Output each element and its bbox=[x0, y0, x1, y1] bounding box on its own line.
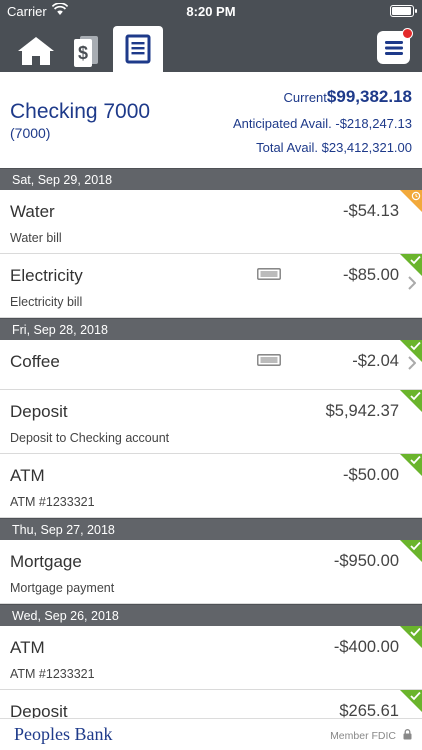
transaction-name: Coffee bbox=[10, 352, 60, 371]
transaction-amount: $265.61 bbox=[339, 702, 399, 718]
account-name: Checking 7000 bbox=[10, 100, 151, 123]
date-header: Fri, Sep 28, 2018 bbox=[0, 318, 422, 340]
money-icon: $ bbox=[74, 36, 98, 67]
navigation-bar: $ bbox=[0, 22, 422, 72]
transaction-amount: -$85.00 bbox=[343, 266, 399, 284]
transaction-name: Deposit bbox=[10, 702, 68, 718]
hamburger-icon bbox=[384, 40, 403, 55]
transaction-row[interactable]: ATM ATM #1233321 -$50.00 bbox=[0, 454, 422, 518]
tab-home[interactable] bbox=[14, 30, 58, 72]
transaction-row[interactable]: Deposit Deposit to Checking account $5,9… bbox=[0, 390, 422, 454]
tab-accounts[interactable]: $ bbox=[66, 30, 106, 72]
anticipated-balance: Anticipated Avail. -$218,247.13 bbox=[232, 116, 412, 131]
menu-button[interactable] bbox=[377, 28, 413, 64]
current-balance-label: Current bbox=[283, 90, 327, 105]
transaction-description: Water bill bbox=[10, 231, 62, 245]
memo-icon bbox=[257, 354, 281, 366]
transaction-amount: -$950.00 bbox=[333, 552, 399, 570]
transaction-row[interactable]: Mortgage Mortgage payment -$950.00 bbox=[0, 540, 422, 604]
transaction-amount: -$400.00 bbox=[333, 638, 399, 656]
home-icon bbox=[18, 37, 54, 65]
battery-icon bbox=[390, 5, 417, 17]
check-icon bbox=[410, 341, 421, 351]
transaction-name: Mortgage bbox=[10, 552, 82, 571]
memo-icon bbox=[257, 268, 281, 280]
transaction-list[interactable]: Sat, Sep 29, 2018 Water Water bill -$54.… bbox=[0, 168, 422, 718]
svg-text:$: $ bbox=[78, 43, 88, 63]
chevron-right-icon bbox=[408, 276, 416, 290]
notification-badge bbox=[402, 28, 413, 39]
tab-transactions[interactable] bbox=[113, 26, 163, 72]
check-icon bbox=[410, 255, 421, 265]
bank-logo: Peoples Bank bbox=[14, 724, 113, 744]
transaction-name: ATM bbox=[10, 638, 45, 657]
clock: 8:20 PM bbox=[186, 4, 236, 19]
transaction-amount: $5,942.37 bbox=[325, 402, 399, 420]
pending-icon bbox=[411, 191, 421, 201]
check-icon bbox=[410, 541, 421, 551]
transaction-row[interactable]: Deposit $265.61 bbox=[0, 690, 422, 718]
transaction-description: Mortgage payment bbox=[10, 581, 115, 595]
account-header: Checking 7000 (7000) Current$99,382.18 A… bbox=[0, 72, 422, 168]
check-icon bbox=[410, 391, 421, 401]
current-balance-value: $99,382.18 bbox=[326, 87, 412, 106]
lock-icon bbox=[403, 729, 412, 740]
transaction-amount: -$2.04 bbox=[352, 352, 399, 370]
check-icon bbox=[410, 455, 421, 465]
date-header: Wed, Sep 26, 2018 bbox=[0, 604, 422, 626]
total-balance: Total Avail. $23,412,321.00 bbox=[256, 140, 412, 155]
transaction-row[interactable]: Coffee -$2.04 bbox=[0, 340, 422, 390]
current-balance: Current$99,382.18 bbox=[284, 87, 412, 107]
status-bar: Carrier 8:20 PM bbox=[0, 0, 422, 22]
transaction-name: Electricity bbox=[10, 266, 83, 285]
transaction-description: ATM #1233321 bbox=[10, 667, 95, 681]
date-header: Sat, Sep 29, 2018 bbox=[0, 168, 422, 190]
account-number: (7000) bbox=[10, 125, 51, 141]
transaction-amount: -$50.00 bbox=[343, 466, 399, 484]
transaction-description: Deposit to Checking account bbox=[10, 431, 170, 445]
transaction-row[interactable]: Electricity Electricity bill -$85.00 bbox=[0, 254, 422, 318]
check-icon bbox=[410, 627, 421, 637]
transaction-amount: -$54.13 bbox=[343, 202, 399, 220]
transaction-name: Water bbox=[10, 202, 55, 221]
transaction-description: ATM #1233321 bbox=[10, 495, 95, 509]
transaction-description: Electricity bill bbox=[10, 295, 83, 309]
transaction-row[interactable]: Water Water bill -$54.13 bbox=[0, 190, 422, 254]
transaction-row[interactable]: ATM ATM #1233321 -$400.00 bbox=[0, 626, 422, 690]
statement-icon bbox=[125, 34, 151, 64]
transaction-name: Deposit bbox=[10, 402, 68, 421]
footer: Peoples Bank Member FDIC bbox=[0, 718, 422, 750]
check-icon bbox=[410, 691, 421, 701]
fdic-label: Member FDIC bbox=[330, 730, 396, 742]
date-header: Thu, Sep 27, 2018 bbox=[0, 518, 422, 540]
transaction-name: ATM bbox=[10, 466, 45, 485]
